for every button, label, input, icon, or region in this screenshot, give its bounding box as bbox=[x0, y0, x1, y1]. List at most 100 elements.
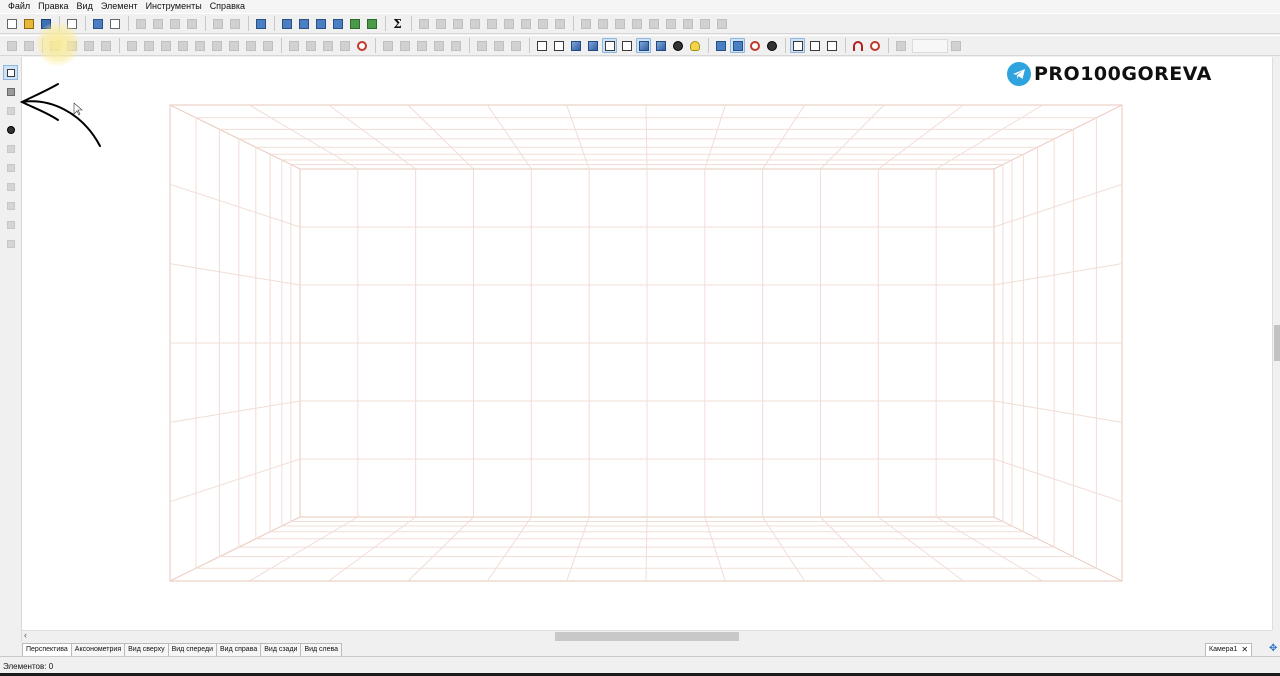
hline-button[interactable] bbox=[380, 38, 395, 53]
paste-button[interactable] bbox=[167, 16, 182, 31]
order-button[interactable] bbox=[296, 16, 311, 31]
grid-red-button[interactable] bbox=[747, 38, 762, 53]
scroll-thumb[interactable] bbox=[555, 632, 739, 641]
orbit-2-button[interactable] bbox=[491, 38, 506, 53]
box-blue-button[interactable] bbox=[585, 38, 600, 53]
sigma-button[interactable]: Σ bbox=[390, 16, 405, 31]
box-solid-button[interactable] bbox=[568, 38, 583, 53]
align-top-button[interactable] bbox=[467, 16, 482, 31]
align-right-button[interactable] bbox=[450, 16, 465, 31]
edit-2-tool-button[interactable] bbox=[3, 198, 18, 213]
price-button[interactable] bbox=[347, 16, 362, 31]
scroll-left-icon[interactable]: ‹ bbox=[24, 630, 27, 640]
cut-button[interactable] bbox=[133, 16, 148, 31]
properties-button[interactable] bbox=[253, 16, 268, 31]
move-down-button[interactable] bbox=[595, 16, 610, 31]
hline-3-button[interactable] bbox=[414, 38, 429, 53]
bulb-button[interactable] bbox=[687, 38, 702, 53]
zoom-level-combo[interactable] bbox=[912, 38, 948, 53]
group-button[interactable] bbox=[646, 16, 661, 31]
view-tab[interactable]: Перспектива bbox=[22, 643, 72, 656]
bring-front-button[interactable] bbox=[612, 16, 627, 31]
no-snap-button[interactable] bbox=[867, 38, 882, 53]
box-front-button[interactable] bbox=[551, 38, 566, 53]
menu-item[interactable]: Инструменты bbox=[142, 0, 206, 13]
grid-2-button[interactable] bbox=[141, 38, 156, 53]
move-up-button[interactable] bbox=[578, 16, 593, 31]
eye-button[interactable] bbox=[764, 38, 779, 53]
arrow-left-button[interactable] bbox=[192, 38, 207, 53]
vertical-scrollbar[interactable] bbox=[1272, 57, 1280, 630]
dimensions-button[interactable] bbox=[713, 38, 728, 53]
ungroup-button[interactable] bbox=[663, 16, 678, 31]
scale-button[interactable] bbox=[226, 38, 241, 53]
move-button[interactable] bbox=[209, 38, 224, 53]
wireframe-button[interactable] bbox=[534, 38, 549, 53]
align-bottom-button[interactable] bbox=[501, 16, 516, 31]
eye-dim-button[interactable] bbox=[320, 38, 335, 53]
box-outline-2-button[interactable] bbox=[619, 38, 634, 53]
view-tab[interactable]: Вид справа bbox=[216, 643, 262, 656]
unlock-button[interactable] bbox=[697, 16, 712, 31]
price-icon bbox=[349, 18, 360, 29]
hline-2-button[interactable] bbox=[397, 38, 412, 53]
parts-button[interactable] bbox=[330, 16, 345, 31]
project-button[interactable] bbox=[279, 16, 294, 31]
connect-tool-button[interactable] bbox=[3, 160, 18, 175]
distribute-h-button[interactable] bbox=[518, 16, 533, 31]
materials-button[interactable] bbox=[653, 38, 668, 53]
magnet-button[interactable] bbox=[850, 38, 865, 53]
box-blue-2-button[interactable] bbox=[636, 38, 651, 53]
horizontal-scrollbar[interactable]: ‹ bbox=[22, 630, 1272, 642]
scroll-thumb[interactable] bbox=[1274, 325, 1280, 361]
flip-button[interactable] bbox=[260, 38, 275, 53]
zoom-fit-button[interactable] bbox=[948, 38, 963, 53]
menu-item[interactable]: Справка bbox=[206, 0, 249, 13]
view-tab[interactable]: Вид спереди bbox=[167, 643, 218, 656]
orbit-3-button[interactable] bbox=[508, 38, 523, 53]
distribute-v-button[interactable] bbox=[535, 16, 550, 31]
undo-button[interactable] bbox=[210, 16, 225, 31]
vline-2-button[interactable] bbox=[448, 38, 463, 53]
align-middle-button[interactable] bbox=[484, 16, 499, 31]
select-face-button[interactable] bbox=[824, 38, 839, 53]
align-left-button[interactable] bbox=[416, 16, 431, 31]
box-outline-button[interactable] bbox=[602, 38, 617, 53]
oval-2-button[interactable] bbox=[303, 38, 318, 53]
send-back-button[interactable] bbox=[629, 16, 644, 31]
distribute-d-button[interactable] bbox=[552, 16, 567, 31]
view-tab[interactable]: Вид слева bbox=[300, 643, 343, 656]
light-button[interactable] bbox=[670, 38, 685, 53]
camera-tab[interactable]: Камера1 ✕ bbox=[1205, 643, 1253, 657]
ruler-button[interactable] bbox=[730, 38, 745, 53]
3d-viewport[interactable]: PRO100GOREVA bbox=[22, 57, 1272, 630]
delete-button[interactable] bbox=[184, 16, 199, 31]
view-tab[interactable]: Вид сверху bbox=[124, 643, 169, 656]
add-camera-icon[interactable]: ✥ bbox=[1269, 643, 1279, 655]
select-point-button[interactable] bbox=[790, 38, 805, 53]
view-tab[interactable]: Аксонометрия bbox=[70, 643, 126, 656]
report-button[interactable] bbox=[313, 16, 328, 31]
edit-4-tool-button[interactable] bbox=[3, 236, 18, 251]
resize-button[interactable] bbox=[243, 38, 258, 53]
redo-button[interactable] bbox=[227, 16, 242, 31]
view-tab[interactable]: Вид сзади bbox=[260, 643, 302, 656]
edit-1-tool-button[interactable] bbox=[3, 179, 18, 194]
zoom-button[interactable] bbox=[893, 38, 908, 53]
hide-button[interactable] bbox=[714, 16, 729, 31]
arrow-down-button[interactable] bbox=[175, 38, 190, 53]
close-icon[interactable]: ✕ bbox=[1241, 645, 1248, 655]
align-center-button[interactable] bbox=[433, 16, 448, 31]
copy-button[interactable] bbox=[150, 16, 165, 31]
select-edge-button[interactable] bbox=[807, 38, 822, 53]
grid-1-button[interactable] bbox=[124, 38, 139, 53]
oval-1-button[interactable] bbox=[286, 38, 301, 53]
estimate-button[interactable] bbox=[364, 16, 379, 31]
eye-dim-2-button[interactable] bbox=[337, 38, 352, 53]
edit-3-tool-button[interactable] bbox=[3, 217, 18, 232]
vline-button[interactable] bbox=[431, 38, 446, 53]
orbit-button[interactable] bbox=[474, 38, 489, 53]
target-button[interactable] bbox=[354, 38, 369, 53]
lock-button[interactable] bbox=[680, 16, 695, 31]
arrow-up-button[interactable] bbox=[158, 38, 173, 53]
